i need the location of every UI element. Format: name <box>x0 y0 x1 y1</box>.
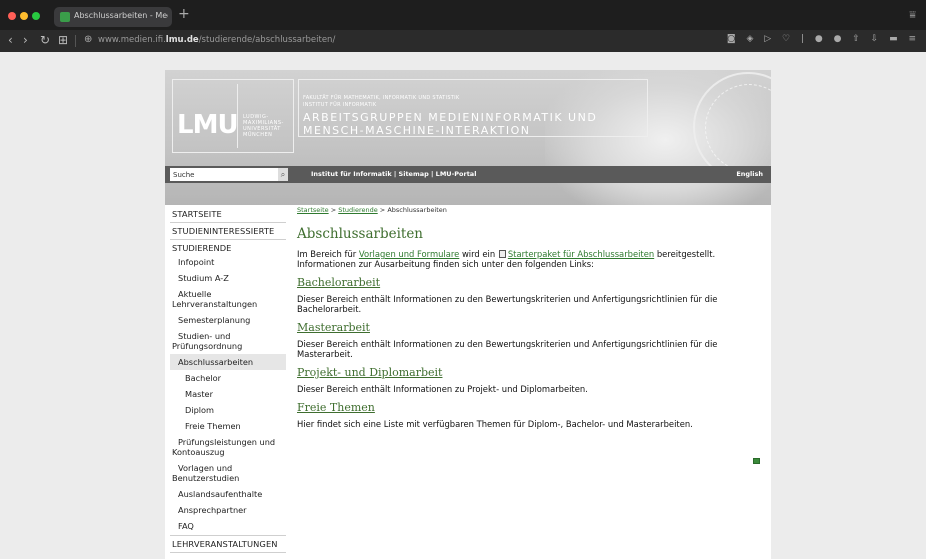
lmu-logo-box[interactable]: LMU LUDWIG-MAXIMILIANS-UNIVERSITÄT MÜNCH… <box>172 79 294 153</box>
speed-dial-icon[interactable]: ⊞ <box>58 33 68 47</box>
close-window-button[interactable] <box>8 12 16 20</box>
breadcrumb-separator: > <box>328 206 339 214</box>
sidebar-item-abschlussarbeiten[interactable]: Abschlussarbeiten <box>170 354 286 370</box>
university-name: LUDWIG-MAXIMILIANS-UNIVERSITÄT MÜNCHEN <box>243 114 284 138</box>
url-domain: lmu.de <box>165 35 199 45</box>
sidebar-item-studieninteressierte[interactable]: STUDIENINTERESSIERTE <box>170 223 286 240</box>
sidebar-item-ansprechpartner[interactable]: Ansprechpartner <box>170 502 286 518</box>
logo-divider <box>237 84 238 148</box>
masterarbeit-text: Dieser Bereich enthält Informationen zu … <box>297 339 718 359</box>
browser-toolbar: ‹ › ↻ ⊞ ⊕ www.medien.ifi.lmu.de/studiere… <box>0 30 926 52</box>
projekt-diplomarbeit-link[interactable]: Projekt- und Diplomarbeit <box>297 366 767 379</box>
url-prefix: www.medien.ifi. <box>98 35 166 45</box>
toolbar-divider <box>75 35 76 47</box>
lmu-logo: LMU <box>177 110 239 140</box>
institute-name: INSTITUT FÜR INFORMATIK <box>303 102 377 108</box>
browser-tab-bar: Abschlussarbeiten - Medieninformatik + ⩸ <box>0 0 926 30</box>
page-title: Abschlussarbeiten <box>297 226 424 242</box>
breadcrumb: Startseite > Studierende > Abschlussarbe… <box>297 206 767 220</box>
sidebar-nav: STARTSEITE STUDIENINTERESSIERTE STUDIERE… <box>170 206 286 553</box>
quick-links[interactable]: Institut für Informatik | Sitemap | LMU-… <box>311 170 476 178</box>
maximize-window-button[interactable] <box>32 12 40 20</box>
group-name-line2: MENSCH-MASCHINE-INTERAKTION <box>303 124 531 137</box>
sidebar-item-master[interactable]: Master <box>170 386 286 402</box>
web-page: LMU LUDWIG-MAXIMILIANS-UNIVERSITÄT MÜNCH… <box>165 70 771 559</box>
sidebar-item-bachelor[interactable]: Bachelor <box>170 370 286 386</box>
new-tab-button[interactable]: + <box>178 6 190 22</box>
intro-text: Im Bereich für <box>297 249 359 259</box>
toolbar-extension-icons[interactable]: ◙ ◈ ▷ ♡ | ● ● ⇧ ⇩ ▬ ≡ <box>727 34 920 44</box>
sidebar-item-infopoint[interactable]: Infopoint <box>170 254 286 270</box>
freie-themen-link[interactable]: Freie Themen <box>297 401 767 414</box>
starterpaket-link[interactable]: Starterpaket für Abschlussarbeiten <box>508 249 654 259</box>
intro-paragraph: Im Bereich für Vorlagen und Formulare wi… <box>297 249 767 269</box>
forward-icon[interactable]: › <box>23 33 28 47</box>
english-link[interactable]: English <box>736 170 763 178</box>
sidebar-item-aktuelle-lehrveranstaltungen[interactable]: Aktuelle Lehrveranstaltungen <box>170 286 286 312</box>
minimize-window-button[interactable] <box>20 12 28 20</box>
sidebar-item-startseite[interactable]: STARTSEITE <box>170 206 286 223</box>
sidebar-item-freie-themen[interactable]: Freie Themen <box>170 418 286 434</box>
sidebar-group-studierende: STUDIERENDE Infopoint Studium A-Z Aktuel… <box>170 240 286 536</box>
bachelorarbeit-link[interactable]: Bachelorarbeit <box>297 276 767 289</box>
intro-text: wird ein <box>459 249 498 259</box>
sidebar-item-auslandsaufenthalte[interactable]: Auslandsaufenthalte <box>170 486 286 502</box>
bachelorarbeit-text: Dieser Bereich enthält Informationen zu … <box>297 294 718 314</box>
breadcrumb-home-link[interactable]: Startseite <box>297 206 329 214</box>
main-content: Startseite > Studierende > Abschlussarbe… <box>297 206 767 429</box>
reload-icon[interactable]: ↻ <box>40 33 50 47</box>
group-name-line1: ARBEITSGRUPPEN MEDIENINFORMATIK UND <box>303 111 598 124</box>
sidebar-item-studierende[interactable]: STUDIERENDE <box>170 240 286 254</box>
faculty-box[interactable]: FAKULTÄT FÜR MATHEMATIK, INFORMATIK UND … <box>298 79 648 137</box>
url-path: /studierende/abschlussarbeiten/ <box>198 35 336 45</box>
back-icon[interactable]: ‹ <box>8 33 13 47</box>
site-favicon-icon <box>60 12 70 22</box>
breadcrumb-current: Abschlussarbeiten <box>387 206 447 214</box>
sidebar-item-studium-az[interactable]: Studium A-Z <box>170 270 286 286</box>
tab-title: Abschlussarbeiten - Medieninformatik <box>74 11 168 20</box>
site-info-icon[interactable]: ⊕ <box>84 34 92 45</box>
sidebar-item-pruefungsordnung[interactable]: Studien- und Prüfungsordnung <box>170 328 286 354</box>
sidebar-item-diplom[interactable]: Diplom <box>170 402 286 418</box>
search-input[interactable] <box>170 168 278 181</box>
search-icon[interactable]: ⌕ <box>278 168 288 181</box>
address-bar[interactable]: www.medien.ifi.lmu.de/studierende/abschl… <box>98 35 335 45</box>
breadcrumb-studierende-link[interactable]: Studierende <box>338 206 378 214</box>
projekt-diplomarbeit-text: Dieser Bereich enthält Informationen zu … <box>297 384 588 394</box>
sidebar-item-lehrveranstaltungen[interactable]: LEHRVERANSTALTUNGEN <box>170 536 286 553</box>
site-banner: LMU LUDWIG-MAXIMILIANS-UNIVERSITÄT MÜNCH… <box>165 70 771 205</box>
sidebar-item-vorlagen[interactable]: Vorlagen und Benutzerstudien <box>170 460 286 486</box>
tabs-menu-icon[interactable]: ⩸ <box>909 8 916 22</box>
freie-themen-text: Hier findet sich eine Liste mit verfügba… <box>297 419 693 429</box>
faculty-name: FAKULTÄT FÜR MATHEMATIK, INFORMATIK UND … <box>303 95 460 101</box>
header-link-bar: ⌕ Institut für Informatik | Sitemap | LM… <box>165 166 771 183</box>
vorlagen-link[interactable]: Vorlagen und Formulare <box>359 249 459 259</box>
masterarbeit-link[interactable]: Masterarbeit <box>297 321 767 334</box>
browser-tab[interactable]: Abschlussarbeiten - Medieninformatik <box>54 7 172 27</box>
document-icon <box>498 250 506 258</box>
breadcrumb-separator: > <box>377 206 388 214</box>
sidebar-item-faq[interactable]: FAQ <box>170 518 286 534</box>
print-icon[interactable] <box>753 458 760 464</box>
sidebar-item-semesterplanung[interactable]: Semesterplanung <box>170 312 286 328</box>
sidebar-item-pruefungsleistungen[interactable]: Prüfungsleistungen und Kontoauszug <box>170 434 286 460</box>
